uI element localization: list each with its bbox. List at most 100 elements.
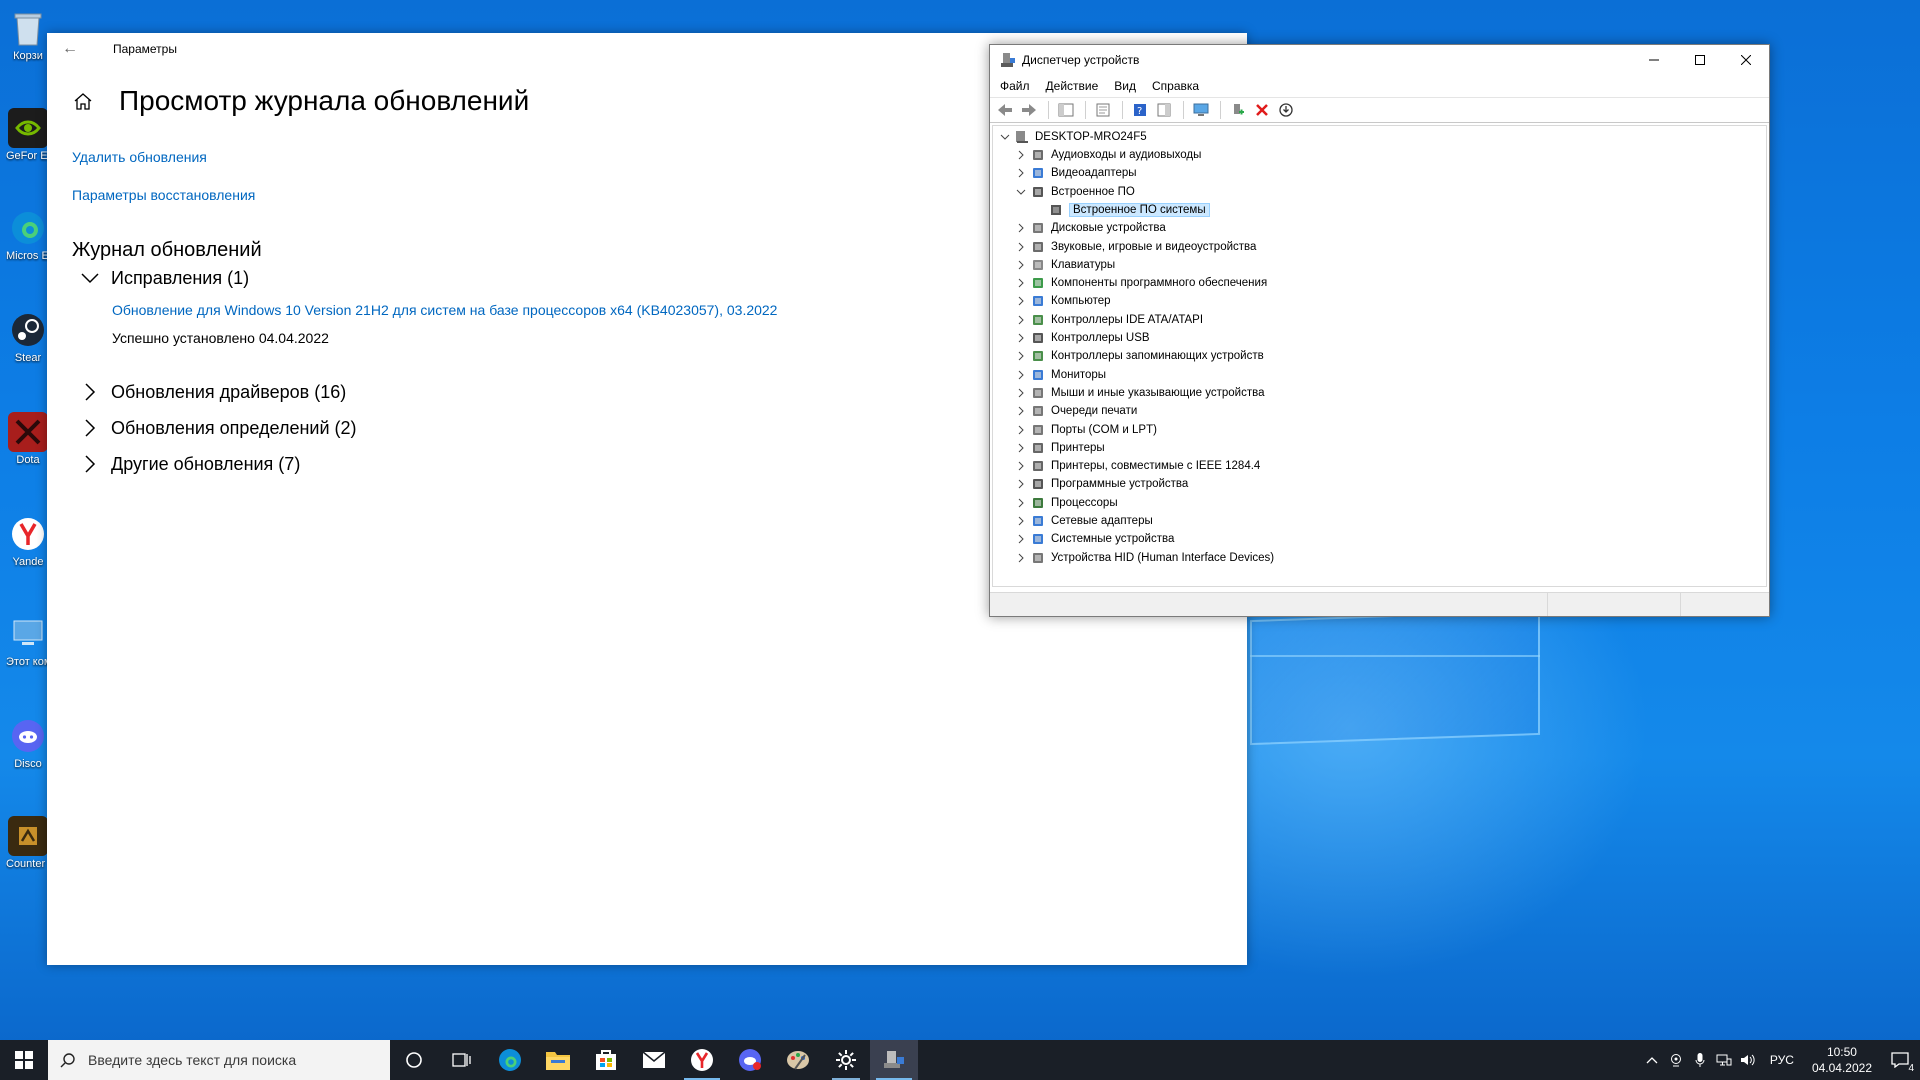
tree-category[interactable]: Системные устройства [1015, 530, 1174, 548]
desktop-icon-csgo[interactable]: Counter Global C [6, 816, 50, 870]
chevron-right-icon[interactable] [1015, 259, 1027, 271]
tree-category-label: Дисковые устройства [1051, 222, 1166, 235]
chevron-down-icon [77, 272, 103, 284]
cortana-button[interactable] [390, 1040, 438, 1080]
taskbar-yandex[interactable] [678, 1040, 726, 1080]
chevron-right-icon[interactable] [1015, 533, 1027, 545]
menu-help[interactable]: Справка [1152, 79, 1199, 93]
show-hide-console-icon[interactable] [1055, 99, 1077, 121]
chevron-right-icon[interactable] [1015, 478, 1027, 490]
task-view-button[interactable] [438, 1040, 486, 1080]
keyboard-icon [1031, 258, 1045, 272]
home-icon[interactable] [71, 89, 95, 113]
properties-icon[interactable] [1092, 99, 1114, 121]
tree-category[interactable]: Сетевые адаптеры [1015, 512, 1153, 530]
back-arrow-icon[interactable] [994, 99, 1016, 121]
chevron-right-icon[interactable] [1015, 515, 1027, 527]
minimize-button[interactable] [1631, 45, 1677, 75]
menu-action[interactable]: Действие [1046, 79, 1099, 93]
taskbar-settings[interactable] [822, 1040, 870, 1080]
uninstall-device-icon[interactable] [1251, 99, 1273, 121]
input-language[interactable]: РУС [1770, 1053, 1794, 1067]
maximize-button[interactable] [1677, 45, 1723, 75]
desktop-icon-yandex[interactable]: Yande [6, 514, 50, 568]
desktop-icon-geforce[interactable]: GeFor Experi [6, 108, 50, 162]
chevron-right-icon[interactable] [1015, 424, 1027, 436]
clock[interactable]: 10:50 04.04.2022 [1812, 1044, 1872, 1076]
chevron-up-icon[interactable] [1640, 1040, 1664, 1080]
chevron-right-icon[interactable] [1015, 369, 1027, 381]
chevron-right-icon[interactable] [1015, 167, 1027, 179]
webcam-icon[interactable] [1664, 1040, 1688, 1080]
tree-category[interactable]: Программные устройства [1015, 475, 1188, 493]
start-button[interactable] [0, 1040, 48, 1080]
desktop-icon-this-pc[interactable]: Этот компь [6, 614, 50, 668]
taskbar-device-manager[interactable] [870, 1040, 918, 1080]
tree-category[interactable]: Принтеры, совместимые с IEEE 1284.4 [1015, 457, 1260, 475]
tree-category[interactable]: Контроллеры запоминающих устройств [1015, 347, 1264, 365]
taskbar-edge[interactable] [486, 1040, 534, 1080]
chevron-right-icon[interactable] [1015, 387, 1027, 399]
tree-category[interactable]: Звуковые, игровые и видеоустройства [1015, 238, 1256, 256]
tree-category[interactable]: Порты (COM и LPT) [1015, 421, 1157, 439]
chevron-right-icon[interactable] [1015, 497, 1027, 509]
tree-device-system-firmware[interactable]: Встроенное ПО системы [1049, 201, 1210, 219]
tree-category[interactable]: Принтеры [1015, 439, 1105, 457]
chevron-right-icon[interactable] [1015, 350, 1027, 362]
close-button[interactable] [1723, 45, 1769, 75]
tree-category[interactable]: Аудиовходы и аудиовыходы [1015, 146, 1201, 164]
tree-category[interactable]: Встроенное ПО [1015, 183, 1135, 201]
chevron-right-icon[interactable] [1015, 277, 1027, 289]
menu-view[interactable]: Вид [1114, 79, 1136, 93]
tree-category[interactable]: Контроллеры USB [1015, 329, 1150, 347]
taskbar-paint[interactable] [774, 1040, 822, 1080]
menu-file[interactable]: Файл [1000, 79, 1030, 93]
action-center-button[interactable]: 4 [1880, 1040, 1920, 1080]
tree-category[interactable]: Компьютер [1015, 292, 1111, 310]
chevron-right-icon[interactable] [1015, 295, 1027, 307]
taskbar-discord[interactable] [726, 1040, 774, 1080]
tree-category[interactable]: Клавиатуры [1015, 256, 1115, 274]
tree-category[interactable]: Очереди печати [1015, 402, 1137, 420]
action-pane-icon[interactable] [1153, 99, 1175, 121]
forward-arrow-icon[interactable] [1018, 99, 1040, 121]
chevron-right-icon[interactable] [1015, 552, 1027, 564]
desktop-icon-steam[interactable]: Stear [6, 310, 50, 364]
tree-category[interactable]: Процессоры [1015, 494, 1118, 512]
chevron-down-icon[interactable] [1015, 186, 1027, 198]
chevron-right-icon[interactable] [1015, 442, 1027, 454]
chevron-right-icon[interactable] [1015, 460, 1027, 472]
taskbar-store[interactable] [582, 1040, 630, 1080]
download-driver-icon[interactable] [1275, 99, 1297, 121]
chevron-right-icon[interactable] [1015, 332, 1027, 344]
tree-root-computer[interactable]: DESKTOP-MRO24F5 [999, 128, 1147, 146]
tree-category[interactable]: Устройства HID (Human Interface Devices) [1015, 549, 1274, 567]
tree-category[interactable]: Видеоадаптеры [1015, 164, 1137, 182]
back-button[interactable]: ← [47, 33, 93, 65]
chevron-right-icon[interactable] [1015, 149, 1027, 161]
update-driver-icon[interactable] [1227, 99, 1249, 121]
chevron-right-icon[interactable] [1015, 405, 1027, 417]
tree-category[interactable]: Мыши и иные указывающие устройства [1015, 384, 1265, 402]
edge-icon [499, 1049, 521, 1071]
desktop-icon-edge[interactable]: Micros Edge [6, 208, 50, 262]
chevron-right-icon[interactable] [1015, 222, 1027, 234]
chevron-right-icon[interactable] [1015, 241, 1027, 253]
desktop-icon-label: GeFor Experi [6, 150, 50, 162]
volume-icon[interactable] [1736, 1040, 1760, 1080]
taskbar-file-explorer[interactable] [534, 1040, 582, 1080]
microphone-icon[interactable] [1688, 1040, 1712, 1080]
taskbar-mail[interactable] [630, 1040, 678, 1080]
desktop-icon-recycle-bin[interactable]: Корзи [6, 8, 50, 62]
tree-category[interactable]: Контроллеры IDE ATA/ATAPI [1015, 311, 1203, 329]
help-icon[interactable]: ? [1129, 99, 1151, 121]
scan-hardware-icon[interactable] [1190, 99, 1212, 121]
chevron-right-icon[interactable] [1015, 314, 1027, 326]
network-icon[interactable] [1712, 1040, 1736, 1080]
taskbar-search-box[interactable]: Введите здесь текст для поиска [48, 1040, 390, 1080]
tree-category[interactable]: Мониторы [1015, 366, 1106, 384]
desktop-icon-dota[interactable]: Dota [6, 412, 50, 466]
desktop-icon-discord[interactable]: Disco [6, 716, 50, 770]
tree-category[interactable]: Компоненты программного обеспечения [1015, 274, 1267, 292]
tree-category[interactable]: Дисковые устройства [1015, 219, 1166, 237]
